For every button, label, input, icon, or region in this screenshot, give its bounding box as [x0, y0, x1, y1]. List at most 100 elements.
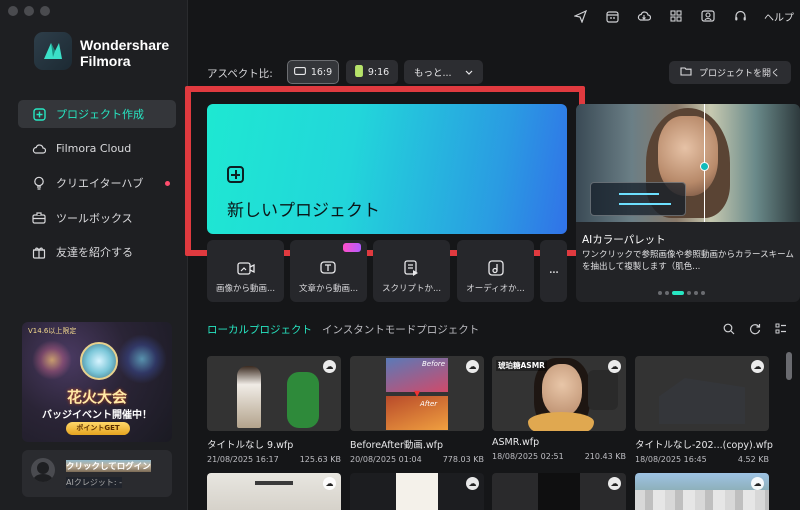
audio-icon: [486, 258, 506, 278]
new-project-label: 新しいプロジェクト: [227, 201, 380, 221]
sidebar-item-create-project[interactable]: プロジェクト作成: [18, 100, 176, 128]
cloud-upload-icon[interactable]: ☁: [323, 360, 336, 373]
thumb-bowl: [528, 412, 594, 431]
ai-credit-text: AIクレジット: -: [66, 477, 122, 488]
aspect-9-16-button[interactable]: 9:16: [346, 60, 398, 84]
cloud-icon: [32, 142, 46, 156]
event-banner[interactable]: V14.6以上限定 花火大会 バッジイベント開催中！ ポイントGET: [22, 322, 172, 442]
image-to-video-button[interactable]: 画像から動画...: [207, 240, 284, 302]
sidebar-nav: プロジェクト作成 Filmora Cloud クリエイターハブ ツールボックス: [18, 100, 176, 273]
project-thumbnail: ☁: [635, 356, 769, 431]
carousel-dot[interactable]: [694, 291, 698, 295]
banner-cta-button[interactable]: ポイントGET: [66, 422, 130, 435]
event-badge-graphic: [80, 342, 118, 380]
thumb-caption: 琥珀糖ASMR: [496, 360, 547, 371]
open-project-button[interactable]: プロジェクトを開く: [669, 61, 791, 84]
script-to-video-button[interactable]: スクリプトか...: [373, 240, 450, 302]
brand-name: Wondershare Filmora: [80, 37, 169, 69]
aspect-more-dropdown[interactable]: もっと...: [404, 60, 483, 84]
project-card[interactable]: ☁: [207, 473, 341, 510]
cloud-upload-icon[interactable]: ☁: [466, 360, 479, 373]
calendar-icon[interactable]: [604, 8, 620, 24]
project-card[interactable]: Before ▼ After ☁ BeforeAfter動画.wfp 20/08…: [350, 356, 484, 464]
help-menu[interactable]: ヘルプ: [764, 9, 794, 24]
aspect-more-label: もっと...: [414, 68, 452, 79]
project-card[interactable]: 琥珀糖ASMR ☁ ASMR.wfp 18/08/2025 02:51 210.4…: [492, 356, 626, 461]
new-project-card[interactable]: 新しいプロジェクト: [207, 104, 567, 234]
headset-icon[interactable]: [732, 8, 748, 24]
close-window-button[interactable]: [8, 6, 18, 16]
project-card[interactable]: ☁: [492, 473, 626, 510]
scrollbar[interactable]: [786, 352, 792, 380]
thumb-after-image: [386, 396, 448, 430]
carousel-dot[interactable]: [658, 291, 662, 295]
carousel-dot[interactable]: [665, 291, 669, 295]
cloud-upload-icon[interactable]: ☁: [608, 477, 621, 490]
text-to-video-icon: [319, 258, 339, 278]
project-name: ASMR.wfp: [492, 437, 540, 448]
user-icon[interactable]: [700, 8, 716, 24]
cloud-upload-icon[interactable]: ☁: [751, 477, 764, 490]
search-icon[interactable]: [722, 322, 736, 336]
project-name: BeforeAfter動画.wfp: [350, 440, 444, 451]
brand-line2: Filmora: [80, 53, 131, 69]
brand-line1: Wondershare: [80, 37, 170, 53]
sidebar-item-creator-hub[interactable]: クリエイターハブ: [18, 169, 176, 197]
sidebar: Wondershare Filmora プロジェクト作成 Filmora Clo…: [0, 0, 188, 510]
banner-version: V14.6以上限定: [28, 327, 77, 335]
refresh-icon[interactable]: [748, 322, 762, 336]
project-date: 20/08/2025 01:04: [350, 455, 422, 464]
carousel-dot-active[interactable]: [672, 291, 684, 295]
cloud-download-icon[interactable]: [636, 8, 652, 24]
login-panel[interactable]: クリックしてログイン AIクレジット: -: [22, 450, 172, 497]
project-thumbnail: Before ▼ After ☁: [350, 356, 484, 431]
project-card[interactable]: ☁ タイトルなし-202...(copy).wfp 18/08/2025 16:…: [635, 356, 773, 464]
carousel-dot[interactable]: [701, 291, 705, 295]
minimize-window-button[interactable]: [24, 6, 34, 16]
aspect-16-9-button[interactable]: 16:9: [287, 60, 339, 84]
project-list-tools: [722, 322, 788, 336]
tab-instant-mode-projects[interactable]: インスタントモードプロジェクト: [322, 322, 479, 337]
sidebar-item-label: クリエイターハブ: [56, 177, 144, 190]
thumb-placeholder-shape: [659, 378, 745, 424]
project-thumbnail: 琥珀糖ASMR ☁: [492, 356, 626, 431]
firework-graphic: [32, 340, 72, 380]
project-card[interactable]: ☁ タイトルなし 9.wfp 21/08/2025 16:17 125.63 KB: [207, 356, 341, 464]
project-card[interactable]: ☁: [350, 473, 484, 510]
chevron-down-icon: [465, 67, 473, 78]
carousel-dot[interactable]: [687, 291, 691, 295]
sidebar-item-refer-friend[interactable]: 友達を紹介する: [18, 238, 176, 266]
cloud-upload-icon[interactable]: ☁: [608, 360, 621, 373]
arrow-down-icon: ▼: [414, 389, 421, 398]
tab-local-projects[interactable]: ローカルプロジェクト: [207, 322, 312, 337]
folder-icon: [680, 66, 692, 79]
gift-icon: [32, 245, 46, 259]
send-icon[interactable]: [572, 8, 588, 24]
sidebar-item-toolbox[interactable]: ツールボックス: [18, 204, 176, 232]
sidebar-item-label: ツールボックス: [56, 211, 133, 225]
notification-dot: [165, 181, 170, 186]
audio-to-video-button[interactable]: オーディオか...: [457, 240, 534, 302]
thumb-frame: [538, 473, 580, 510]
grid-icon[interactable]: [668, 8, 684, 24]
more-actions-button[interactable]: ...: [540, 240, 567, 302]
project-date: 18/08/2025 16:45: [635, 455, 707, 464]
promo-image: [576, 104, 800, 222]
avatar: [31, 458, 55, 482]
sidebar-item-filmora-cloud[interactable]: Filmora Cloud: [18, 135, 176, 163]
new-badge: [343, 243, 361, 252]
zoom-window-button[interactable]: [40, 6, 50, 16]
cloud-upload-icon[interactable]: ☁: [323, 477, 336, 490]
aspect-9-16-label: 9:16: [367, 66, 390, 78]
thumb-torii: [255, 481, 293, 485]
list-view-icon[interactable]: [774, 322, 788, 336]
project-card[interactable]: ☁: [635, 473, 769, 510]
top-toolbar: [572, 8, 748, 24]
thumb-after-label: After: [420, 400, 438, 408]
feature-promo-card[interactable]: AIカラーパレット ワンクリックで参照画像や参照動画からカラースキームを抽出して…: [576, 104, 800, 302]
landscape-icon: [293, 66, 306, 78]
project-date: 21/08/2025 16:17: [207, 455, 279, 464]
thumb-figure: [237, 366, 261, 428]
cloud-upload-icon[interactable]: ☁: [466, 477, 479, 490]
cloud-upload-icon[interactable]: ☁: [751, 360, 764, 373]
